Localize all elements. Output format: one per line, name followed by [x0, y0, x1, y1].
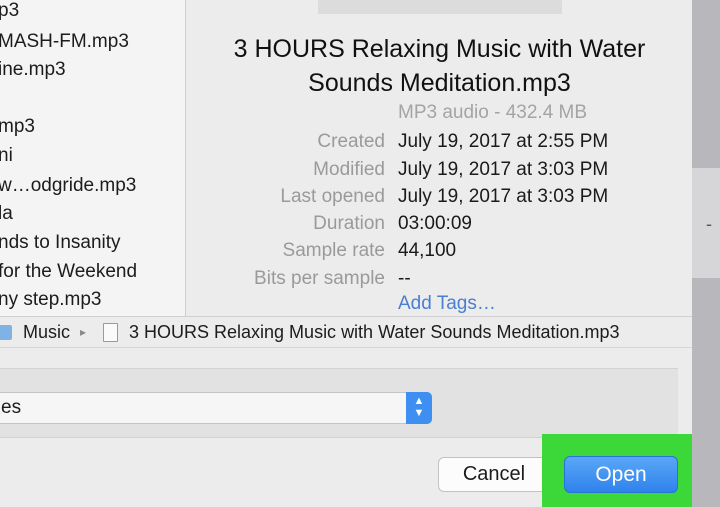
file-list-item[interactable]: for the Weekend: [0, 258, 137, 286]
file-list-item[interactable]: MASH-FM.mp3: [0, 28, 129, 56]
enable-select-value: es: [1, 397, 22, 418]
file-list-item[interactable]: ny step.mp3: [0, 286, 102, 314]
meta-value-created: July 19, 2017 at 2:55 PM: [398, 131, 609, 152]
path-separator-icon: ▸: [80, 325, 87, 339]
meta-label-sample-rate: Sample rate: [282, 240, 385, 261]
preview-file-title: 3 HOURS Relaxing Music with Water Sounds…: [187, 32, 692, 100]
meta-value-duration: 03:00:09: [398, 213, 472, 234]
meta-value-last-opened: July 19, 2017 at 3:03 PM: [398, 186, 609, 207]
file-list-item[interactable]: w…odgride.mp3: [0, 172, 136, 200]
path-bar: Music ▸ 3 HOURS Relaxing Music with Wate…: [0, 316, 692, 348]
file-list-item[interactable]: ine.mp3: [0, 56, 66, 84]
preview-thumbnail: [318, 0, 562, 14]
path-segment-file[interactable]: 3 HOURS Relaxing Music with Water Sounds…: [129, 322, 620, 343]
background-mark: ‐: [706, 214, 712, 234]
file-list[interactable]: p3 MASH-FM.mp3 ine.mp3 mp3 ni w…odgride.…: [0, 0, 186, 316]
meta-label-duration: Duration: [313, 213, 385, 234]
path-segment-music[interactable]: Music: [23, 322, 70, 343]
meta-value-modified: July 19, 2017 at 3:03 PM: [398, 159, 609, 180]
meta-label-created: Created: [317, 131, 385, 152]
file-preview-pane: 3 HOURS Relaxing Music with Water Sounds…: [187, 0, 692, 316]
preview-title-line-2: Sounds Meditation.mp3: [308, 69, 571, 97]
cancel-button[interactable]: Cancel: [438, 457, 550, 492]
meta-label-modified: Modified: [313, 159, 385, 180]
file-list-item[interactable]: p3: [0, 0, 19, 25]
background-window-edge: ‐: [692, 0, 720, 507]
file-list-item[interactable]: mp3: [0, 113, 35, 141]
file-list-item[interactable]: la: [0, 200, 13, 228]
file-list-item[interactable]: ni: [0, 142, 13, 170]
add-tags-link[interactable]: Add Tags…: [398, 293, 496, 315]
document-icon: [103, 323, 118, 342]
open-button[interactable]: Open: [564, 456, 678, 493]
meta-value-sample-rate: 44,100: [398, 240, 457, 261]
options-panel: es ▲ ▼: [0, 368, 678, 438]
preview-title-line-1: 3 HOURS Relaxing Music with Water: [233, 35, 646, 63]
meta-value-bits-per-sample: --: [398, 268, 411, 289]
preview-file-kind: MP3 audio - 432.4 MB: [398, 102, 588, 123]
meta-label-last-opened: Last opened: [280, 186, 385, 207]
enable-select[interactable]: es ▲ ▼: [0, 392, 432, 424]
meta-label-bits-per-sample: Bits per sample: [254, 268, 385, 289]
open-file-dialog: p3 MASH-FM.mp3 ine.mp3 mp3 ni w…odgride.…: [0, 0, 700, 507]
folder-icon: [0, 325, 12, 340]
file-list-item[interactable]: nds to Insanity: [0, 229, 121, 257]
chevron-up-down-icon[interactable]: ▲ ▼: [406, 392, 432, 424]
